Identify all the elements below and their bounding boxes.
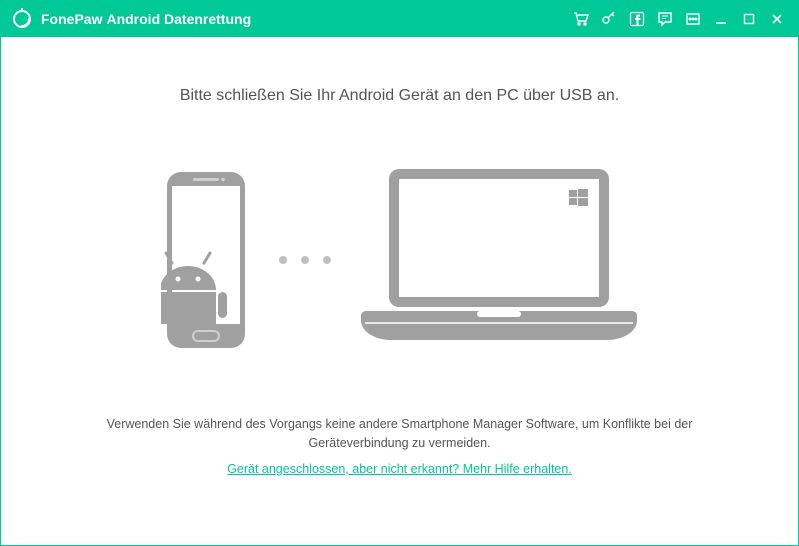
phone-icon — [161, 170, 251, 350]
connection-illustration — [1, 165, 798, 355]
menu-icon[interactable] — [680, 6, 706, 32]
titlebar: FonePaw Android Datenrettung — [1, 1, 798, 37]
warning-text: Verwenden Sie während des Vorgangs keine… — [80, 415, 720, 454]
maximize-button[interactable] — [736, 6, 762, 32]
instruction-heading: Bitte schließen Sie Ihr Android Gerät an… — [1, 87, 798, 105]
app-logo-icon — [11, 8, 33, 30]
close-button[interactable] — [764, 6, 790, 32]
connection-dots-icon — [279, 256, 331, 264]
app-title: FonePaw Android Datenrettung — [41, 11, 251, 27]
main-content: Bitte schließen Sie Ihr Android Gerät an… — [1, 37, 798, 545]
brand-name: FonePaw — [41, 11, 102, 27]
minimize-button[interactable] — [708, 6, 734, 32]
help-link[interactable]: Gerät angeschlossen, aber nicht erkannt?… — [227, 462, 572, 476]
facebook-icon[interactable] — [624, 6, 650, 32]
laptop-icon — [359, 165, 639, 355]
feedback-icon[interactable] — [652, 6, 678, 32]
product-name: Android Datenrettung — [106, 11, 251, 27]
cart-icon[interactable] — [568, 6, 594, 32]
key-icon[interactable] — [596, 6, 622, 32]
